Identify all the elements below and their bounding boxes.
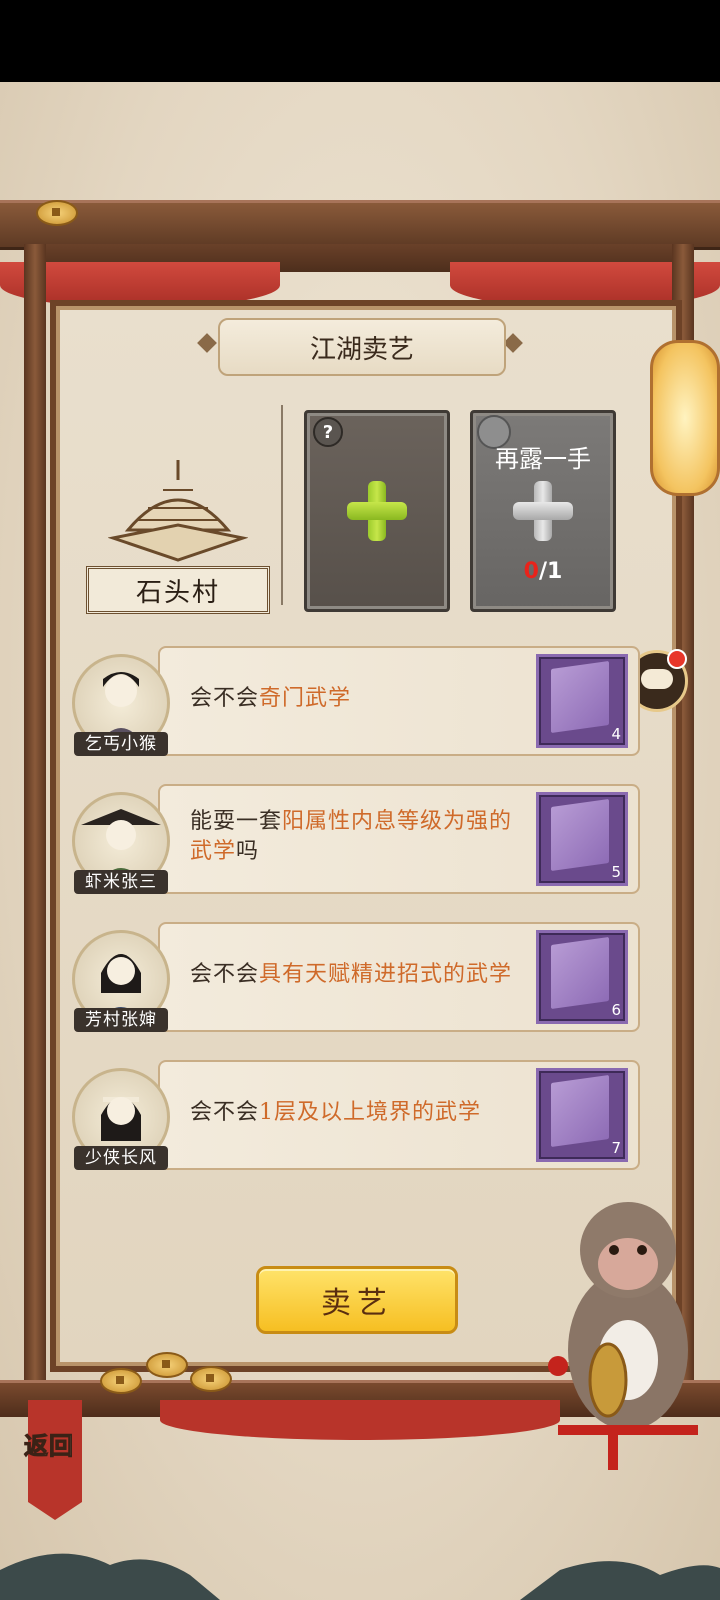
left-post	[24, 244, 46, 1394]
request-row[interactable]: 乞丐小猴 会不会奇门武学 4	[72, 646, 640, 756]
reward-count: 7	[611, 1139, 621, 1157]
lantern-icon	[650, 340, 720, 496]
reward-count: 6	[611, 1001, 621, 1019]
red-cloth	[160, 1400, 560, 1440]
back-label: 返回	[24, 1431, 74, 1461]
sell-button[interactable]: 卖艺	[256, 1266, 458, 1334]
page-title: 江湖卖艺	[218, 318, 506, 376]
coin-icon	[100, 1368, 142, 1394]
plus-icon	[347, 481, 407, 541]
monkey-mascot	[548, 1202, 698, 1470]
npc-name: 虾米张三	[74, 870, 168, 894]
reward-count: 5	[611, 863, 621, 881]
encore-title: 再露一手	[495, 445, 591, 473]
book-icon	[551, 660, 609, 734]
top-beam	[0, 200, 720, 250]
request-text: 会不会1层及以上境界的武学	[190, 1100, 482, 1125]
chat-icon	[641, 669, 673, 689]
request-text: 会不会奇门武学	[190, 686, 352, 711]
reward-book[interactable]: 4	[536, 654, 628, 748]
request-row[interactable]: 少侠长风 会不会1层及以上境界的武学 7	[72, 1060, 640, 1170]
back-button[interactable]: 返回	[20, 1400, 90, 1520]
npc-name: 芳村张婶	[74, 1008, 168, 1032]
plus-icon	[513, 481, 573, 541]
request-row[interactable]: 虾米张三 能耍一套阳属性内息等级为强的武学吗 5	[72, 784, 640, 894]
book-icon	[551, 798, 609, 872]
reward-book[interactable]: 7	[536, 1068, 628, 1162]
reward-count: 4	[611, 725, 621, 743]
village-name: 石头村	[86, 566, 270, 614]
reward-book[interactable]: 6	[536, 930, 628, 1024]
book-icon	[551, 936, 609, 1010]
village-hut-icon	[108, 460, 248, 562]
status-bar	[0, 0, 720, 82]
book-icon	[551, 1074, 609, 1148]
npc-name: 少侠长风	[74, 1146, 168, 1170]
coin-icon	[146, 1352, 188, 1378]
coin-icon	[190, 1366, 232, 1392]
request-row[interactable]: 芳村张婶 会不会具有天赋精进招式的武学 6	[72, 922, 640, 1032]
question-icon[interactable]: ?	[313, 417, 343, 447]
coin-icon	[36, 200, 78, 226]
reward-book[interactable]: 5	[536, 792, 628, 886]
encore-slot[interactable]: 再露一手 0/1	[470, 410, 616, 612]
mountain-silhouette	[0, 1553, 720, 1600]
encore-counter: 0/1	[523, 559, 563, 584]
divider	[281, 405, 283, 605]
request-text: 会不会具有天赋精进招式的武学	[190, 962, 513, 987]
request-text: 能耍一套阳属性内息等级为强的武学吗	[190, 809, 513, 864]
add-performer-slot[interactable]: ?	[304, 410, 450, 612]
notification-dot	[667, 649, 687, 669]
npc-name: 乞丐小猴	[74, 732, 168, 756]
